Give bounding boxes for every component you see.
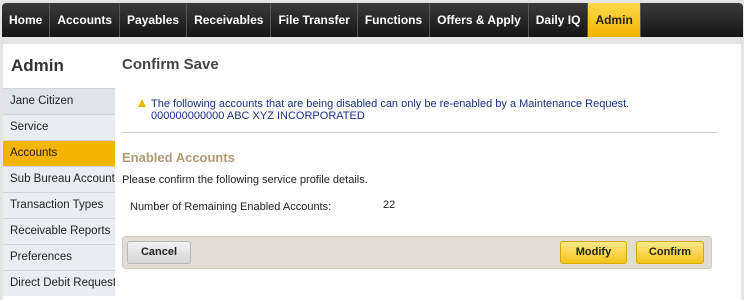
action-bar: Cancel Modify Confirm [122,236,712,269]
top-navigation: Home Accounts Payables Receivables File … [2,3,743,37]
sidebar-item-accounts[interactable]: Accounts [3,140,115,166]
warning-text: The following accounts that are being di… [151,98,630,110]
nav-file-transfer[interactable]: File Transfer [271,3,358,37]
nav-admin[interactable]: Admin [588,3,641,37]
sidebar-item-jane-citizen[interactable]: Jane Citizen [3,88,115,114]
nav-home[interactable]: Home [2,3,51,37]
sidebar-item-direct-debit-requests[interactable]: Direct Debit Requests [3,270,115,296]
sidebar-item-sub-bureau-accounts[interactable]: Sub Bureau Accounts [3,166,115,192]
modify-button[interactable]: Modify [560,241,627,264]
sidebar: Admin Jane Citizen Service Accounts Sub … [3,44,115,300]
section-title: Enabled Accounts [122,150,235,165]
main-content: Confirm Save The following accounts that… [115,44,741,300]
warning-icon [138,99,146,107]
nav-accounts[interactable]: Accounts [50,3,121,37]
page-title: Confirm Save [122,56,219,73]
sidebar-item-service[interactable]: Service [3,114,115,140]
section-description: Please confirm the following service pro… [122,174,368,186]
warning-account: 000000000000 ABC XYZ INCORPORATED [151,110,365,122]
sidebar-title: Admin [11,56,64,75]
nav-payables[interactable]: Payables [120,3,188,37]
sidebar-item-preferences[interactable]: Preferences [3,244,115,270]
cancel-button[interactable]: Cancel [127,241,191,264]
nav-daily-iq[interactable]: Daily IQ [529,3,589,37]
nav-functions[interactable]: Functions [358,3,431,37]
nav-offers-apply[interactable]: Offers & Apply [430,3,529,37]
sidebar-item-transaction-types[interactable]: Transaction Types [3,192,115,218]
sidebar-item-receivable-reports[interactable]: Receivable Reports [3,218,115,244]
nav-receivables[interactable]: Receivables [187,3,272,37]
remaining-accounts-value: 22 [383,199,396,211]
warning-message: The following accounts that are being di… [138,98,630,122]
confirm-button[interactable]: Confirm [636,241,704,264]
divider [122,132,717,133]
remaining-accounts-label: Number of Remaining Enabled Accounts: [130,201,332,213]
